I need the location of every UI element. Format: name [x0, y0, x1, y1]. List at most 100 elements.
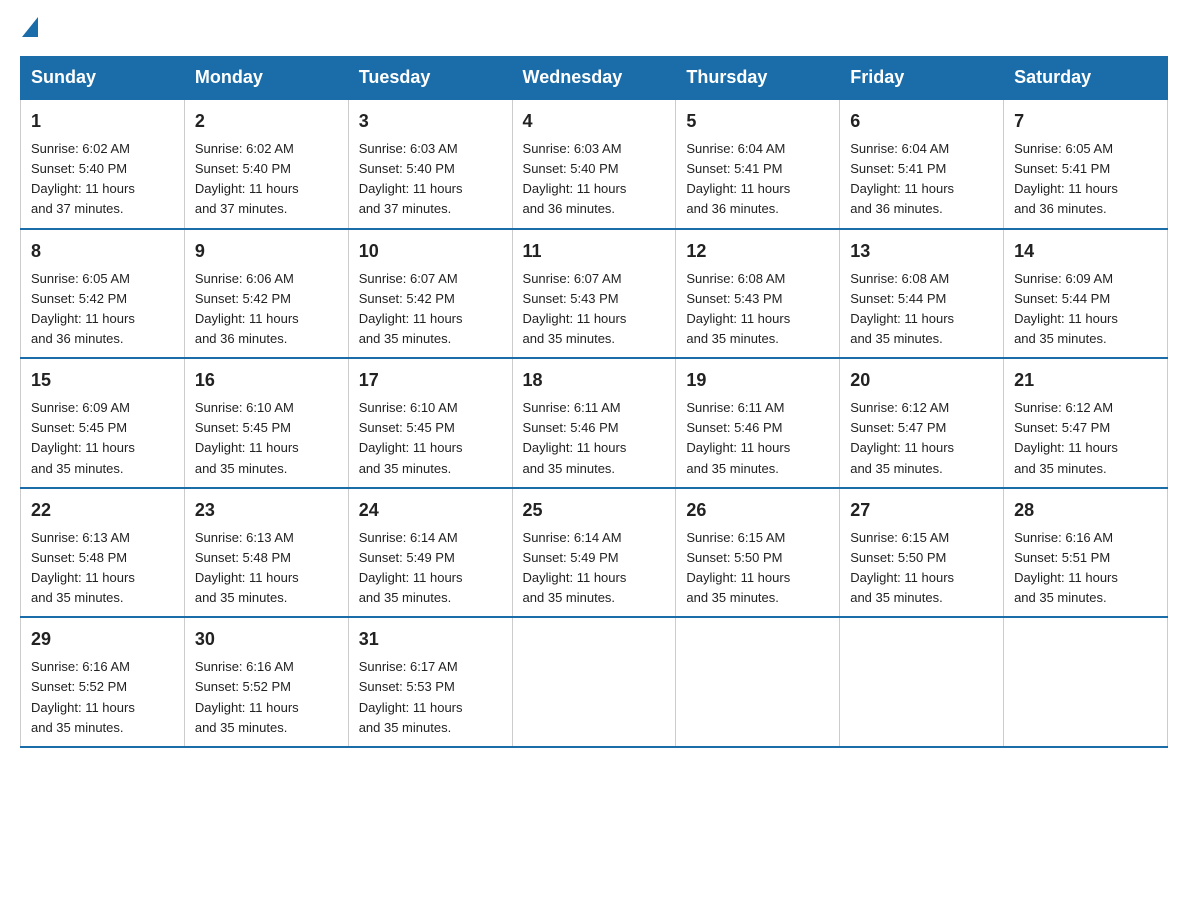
week-row-4: 22 Sunrise: 6:13 AMSunset: 5:48 PMDaylig…	[21, 488, 1168, 618]
calendar-cell: 18 Sunrise: 6:11 AMSunset: 5:46 PMDaylig…	[512, 358, 676, 488]
calendar-table: SundayMondayTuesdayWednesdayThursdayFrid…	[20, 56, 1168, 748]
day-info: Sunrise: 6:10 AMSunset: 5:45 PMDaylight:…	[195, 400, 299, 475]
week-row-5: 29 Sunrise: 6:16 AMSunset: 5:52 PMDaylig…	[21, 617, 1168, 747]
calendar-cell: 28 Sunrise: 6:16 AMSunset: 5:51 PMDaylig…	[1004, 488, 1168, 618]
day-info: Sunrise: 6:08 AMSunset: 5:43 PMDaylight:…	[686, 271, 790, 346]
day-number: 19	[686, 367, 829, 394]
day-info: Sunrise: 6:17 AMSunset: 5:53 PMDaylight:…	[359, 659, 463, 734]
day-info: Sunrise: 6:12 AMSunset: 5:47 PMDaylight:…	[1014, 400, 1118, 475]
day-info: Sunrise: 6:14 AMSunset: 5:49 PMDaylight:…	[359, 530, 463, 605]
day-number: 12	[686, 238, 829, 265]
week-row-2: 8 Sunrise: 6:05 AMSunset: 5:42 PMDayligh…	[21, 229, 1168, 359]
calendar-cell: 29 Sunrise: 6:16 AMSunset: 5:52 PMDaylig…	[21, 617, 185, 747]
day-info: Sunrise: 6:11 AMSunset: 5:46 PMDaylight:…	[523, 400, 627, 475]
day-info: Sunrise: 6:16 AMSunset: 5:51 PMDaylight:…	[1014, 530, 1118, 605]
calendar-cell: 23 Sunrise: 6:13 AMSunset: 5:48 PMDaylig…	[184, 488, 348, 618]
day-info: Sunrise: 6:07 AMSunset: 5:43 PMDaylight:…	[523, 271, 627, 346]
day-info: Sunrise: 6:14 AMSunset: 5:49 PMDaylight:…	[523, 530, 627, 605]
day-info: Sunrise: 6:15 AMSunset: 5:50 PMDaylight:…	[686, 530, 790, 605]
calendar-cell: 17 Sunrise: 6:10 AMSunset: 5:45 PMDaylig…	[348, 358, 512, 488]
day-header-thursday: Thursday	[676, 57, 840, 100]
logo-triangle-icon	[22, 17, 38, 37]
day-number: 6	[850, 108, 993, 135]
calendar-cell	[840, 617, 1004, 747]
day-number: 25	[523, 497, 666, 524]
day-number: 20	[850, 367, 993, 394]
calendar-cell: 15 Sunrise: 6:09 AMSunset: 5:45 PMDaylig…	[21, 358, 185, 488]
calendar-cell: 26 Sunrise: 6:15 AMSunset: 5:50 PMDaylig…	[676, 488, 840, 618]
calendar-cell: 13 Sunrise: 6:08 AMSunset: 5:44 PMDaylig…	[840, 229, 1004, 359]
day-number: 27	[850, 497, 993, 524]
day-info: Sunrise: 6:16 AMSunset: 5:52 PMDaylight:…	[195, 659, 299, 734]
day-number: 8	[31, 238, 174, 265]
calendar-cell: 7 Sunrise: 6:05 AMSunset: 5:41 PMDayligh…	[1004, 99, 1168, 229]
calendar-cell: 3 Sunrise: 6:03 AMSunset: 5:40 PMDayligh…	[348, 99, 512, 229]
day-info: Sunrise: 6:09 AMSunset: 5:45 PMDaylight:…	[31, 400, 135, 475]
calendar-cell	[1004, 617, 1168, 747]
day-number: 26	[686, 497, 829, 524]
calendar-cell: 20 Sunrise: 6:12 AMSunset: 5:47 PMDaylig…	[840, 358, 1004, 488]
days-header-row: SundayMondayTuesdayWednesdayThursdayFrid…	[21, 57, 1168, 100]
day-info: Sunrise: 6:04 AMSunset: 5:41 PMDaylight:…	[850, 141, 954, 216]
day-info: Sunrise: 6:04 AMSunset: 5:41 PMDaylight:…	[686, 141, 790, 216]
day-number: 30	[195, 626, 338, 653]
day-info: Sunrise: 6:02 AMSunset: 5:40 PMDaylight:…	[195, 141, 299, 216]
calendar-cell: 31 Sunrise: 6:17 AMSunset: 5:53 PMDaylig…	[348, 617, 512, 747]
calendar-cell: 4 Sunrise: 6:03 AMSunset: 5:40 PMDayligh…	[512, 99, 676, 229]
day-number: 31	[359, 626, 502, 653]
calendar-cell: 5 Sunrise: 6:04 AMSunset: 5:41 PMDayligh…	[676, 99, 840, 229]
calendar-cell: 25 Sunrise: 6:14 AMSunset: 5:49 PMDaylig…	[512, 488, 676, 618]
day-info: Sunrise: 6:03 AMSunset: 5:40 PMDaylight:…	[359, 141, 463, 216]
day-info: Sunrise: 6:07 AMSunset: 5:42 PMDaylight:…	[359, 271, 463, 346]
calendar-cell: 12 Sunrise: 6:08 AMSunset: 5:43 PMDaylig…	[676, 229, 840, 359]
calendar-cell: 8 Sunrise: 6:05 AMSunset: 5:42 PMDayligh…	[21, 229, 185, 359]
day-header-monday: Monday	[184, 57, 348, 100]
calendar-cell: 9 Sunrise: 6:06 AMSunset: 5:42 PMDayligh…	[184, 229, 348, 359]
day-number: 14	[1014, 238, 1157, 265]
day-info: Sunrise: 6:02 AMSunset: 5:40 PMDaylight:…	[31, 141, 135, 216]
day-info: Sunrise: 6:12 AMSunset: 5:47 PMDaylight:…	[850, 400, 954, 475]
day-header-tuesday: Tuesday	[348, 57, 512, 100]
logo	[20, 20, 40, 36]
day-info: Sunrise: 6:16 AMSunset: 5:52 PMDaylight:…	[31, 659, 135, 734]
calendar-cell: 21 Sunrise: 6:12 AMSunset: 5:47 PMDaylig…	[1004, 358, 1168, 488]
week-row-1: 1 Sunrise: 6:02 AMSunset: 5:40 PMDayligh…	[21, 99, 1168, 229]
calendar-cell: 14 Sunrise: 6:09 AMSunset: 5:44 PMDaylig…	[1004, 229, 1168, 359]
day-number: 29	[31, 626, 174, 653]
day-number: 9	[195, 238, 338, 265]
page-header	[20, 20, 1168, 36]
calendar-cell: 1 Sunrise: 6:02 AMSunset: 5:40 PMDayligh…	[21, 99, 185, 229]
day-info: Sunrise: 6:15 AMSunset: 5:50 PMDaylight:…	[850, 530, 954, 605]
day-number: 15	[31, 367, 174, 394]
day-number: 3	[359, 108, 502, 135]
calendar-cell: 11 Sunrise: 6:07 AMSunset: 5:43 PMDaylig…	[512, 229, 676, 359]
calendar-cell: 16 Sunrise: 6:10 AMSunset: 5:45 PMDaylig…	[184, 358, 348, 488]
day-info: Sunrise: 6:05 AMSunset: 5:42 PMDaylight:…	[31, 271, 135, 346]
day-header-friday: Friday	[840, 57, 1004, 100]
day-number: 11	[523, 238, 666, 265]
day-info: Sunrise: 6:10 AMSunset: 5:45 PMDaylight:…	[359, 400, 463, 475]
day-header-wednesday: Wednesday	[512, 57, 676, 100]
day-number: 2	[195, 108, 338, 135]
day-info: Sunrise: 6:06 AMSunset: 5:42 PMDaylight:…	[195, 271, 299, 346]
calendar-cell: 24 Sunrise: 6:14 AMSunset: 5:49 PMDaylig…	[348, 488, 512, 618]
week-row-3: 15 Sunrise: 6:09 AMSunset: 5:45 PMDaylig…	[21, 358, 1168, 488]
day-number: 23	[195, 497, 338, 524]
day-number: 17	[359, 367, 502, 394]
day-number: 21	[1014, 367, 1157, 394]
day-number: 16	[195, 367, 338, 394]
calendar-cell: 10 Sunrise: 6:07 AMSunset: 5:42 PMDaylig…	[348, 229, 512, 359]
calendar-cell	[676, 617, 840, 747]
day-header-sunday: Sunday	[21, 57, 185, 100]
calendar-cell: 2 Sunrise: 6:02 AMSunset: 5:40 PMDayligh…	[184, 99, 348, 229]
day-number: 22	[31, 497, 174, 524]
day-number: 4	[523, 108, 666, 135]
day-number: 10	[359, 238, 502, 265]
day-number: 5	[686, 108, 829, 135]
day-number: 1	[31, 108, 174, 135]
day-number: 24	[359, 497, 502, 524]
day-info: Sunrise: 6:11 AMSunset: 5:46 PMDaylight:…	[686, 400, 790, 475]
calendar-cell	[512, 617, 676, 747]
day-info: Sunrise: 6:13 AMSunset: 5:48 PMDaylight:…	[31, 530, 135, 605]
calendar-cell: 27 Sunrise: 6:15 AMSunset: 5:50 PMDaylig…	[840, 488, 1004, 618]
